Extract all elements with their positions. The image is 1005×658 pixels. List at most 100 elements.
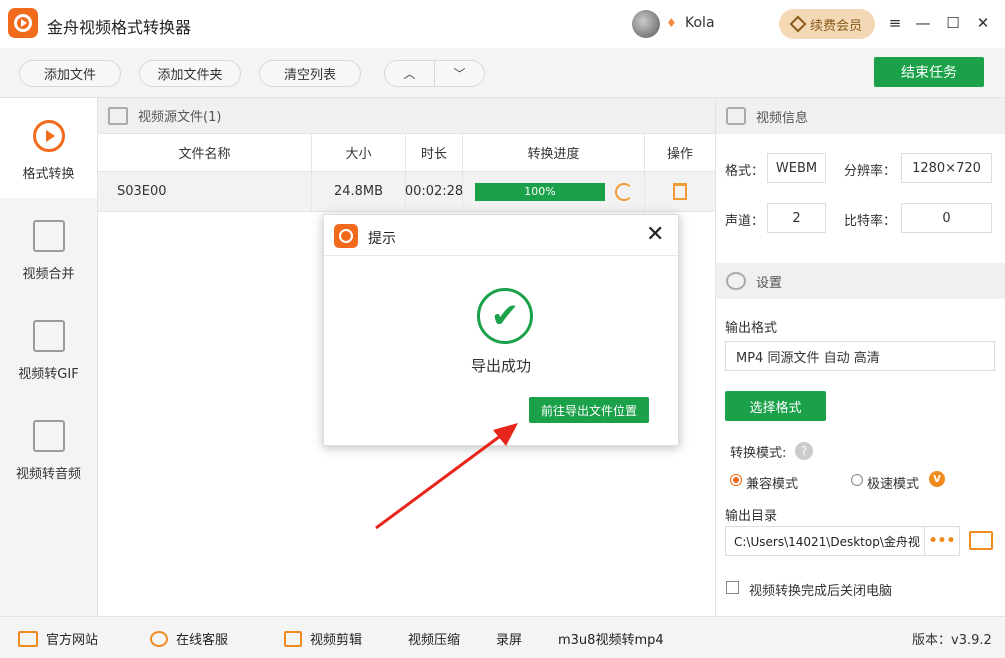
browse-button[interactable]: ••• [925,526,960,556]
gif-icon [32,320,65,352]
success-check-icon: ✔ [477,288,533,344]
app-logo-icon [8,8,38,38]
settings-header: 设置 [716,263,1005,299]
refresh-icon[interactable] [615,182,633,201]
sidebar: 格式转换 视频合并 视频转GIF 视频转音频 [0,98,98,616]
move-down-icon[interactable]: ﹀ [434,61,484,86]
format-value: WEBM [767,153,826,183]
record-link[interactable]: 录屏 [496,629,522,648]
merge-icon [32,220,65,252]
resolution-label: 分辨率： [844,164,897,179]
compatible-mode-label[interactable]: 兼容模式 [746,473,798,492]
file-panel-title: 视频源文件(1) [138,110,222,125]
progress-cell: 100% [463,172,645,212]
column-header-name: 文件名称 [98,134,312,172]
success-dialog: 提示 ✕ ✔ 导出成功 前往导出文件位置 [323,214,679,446]
online-service-link[interactable]: 在线客服 [150,629,228,648]
column-header-duration: 时长 [406,134,463,172]
output-dir-field[interactable]: C:\Users\14021\Desktop\金舟视 [725,526,925,556]
compatible-mode-radio[interactable] [730,474,742,486]
actions-cell [645,172,715,212]
video-source-icon [108,106,128,125]
sidebar-item-video-merge[interactable]: 视频合并 [0,198,97,298]
open-export-location-button[interactable]: 前往导出文件位置 [529,397,649,423]
sidebar-item-label: 格式转换 [22,167,75,182]
progress-text: 100% [524,185,556,198]
format-label: 格式： [725,164,765,179]
output-dir-label: 输出目录 [725,509,778,524]
toolbar: 添加文件 添加文件夹 清空列表 ︿ ﹀ 结束任务 [0,48,1005,98]
sidebar-item-label: 视频转音频 [15,467,81,482]
mode-label: 转换模式: [730,446,787,461]
channels-label: 声道： [725,214,765,229]
video-edit-label: 视频剪辑 [310,633,363,648]
end-task-button[interactable]: 结束任务 [874,57,984,87]
move-up-icon[interactable]: ︿ [385,61,434,86]
video-info-title: 视频信息 [756,110,809,126]
video-compress-link[interactable]: 视频压缩 [408,629,460,648]
bottom-bar: 官方网站 在线客服 视频剪辑 视频压缩 录屏 m3u8视频转mp4 版本：v3.… [0,616,1005,658]
minimize-icon[interactable]: — [912,12,934,34]
settings-title: 设置 [756,275,783,291]
convert-icon [32,120,65,152]
monitor-icon [18,630,38,647]
vip-diamond-icon: ♦ [666,16,677,30]
audio-icon [32,420,65,452]
scissors-icon [284,630,302,647]
bitrate-label: 比特率： [844,214,897,229]
help-icon[interactable]: ? [795,442,813,460]
folder-icon[interactable] [969,531,993,550]
move-order-group: ︿ ﹀ [384,60,485,87]
channels-value: 2 [767,203,826,233]
file-name-cell[interactable]: S03E00 [98,172,312,212]
user-service-icon [150,630,168,647]
bitrate-value: 0 [901,203,992,233]
m3u8-link[interactable]: m3u8视频转mp4 [558,629,664,648]
shutdown-label[interactable]: 视频转换完成后关闭电脑 [749,580,892,599]
fast-mode-radio[interactable] [851,474,863,486]
version-label: 版本：v3.9.2 [912,633,992,648]
user-avatar[interactable] [632,10,660,38]
online-service-label: 在线客服 [176,633,229,648]
dialog-divider [324,255,678,256]
column-header-size: 大小 [312,134,406,172]
output-format-label: 输出格式 [725,321,778,336]
add-folder-button[interactable]: 添加文件夹 [139,60,241,87]
official-site-label: 官方网站 [46,633,99,648]
official-site-link[interactable]: 官方网站 [18,629,98,648]
clear-list-button[interactable]: 清空列表 [259,60,361,87]
menu-icon[interactable]: ≡ [884,12,906,34]
resolution-value: 1280×720 [901,153,992,183]
right-panel: 视频信息 格式： WEBM 分辨率： 1280×720 声道： 2 比特率： 0… [715,98,1005,616]
file-panel-header: 视频源文件(1) [98,98,715,134]
vip-badge-icon: V [929,471,945,487]
video-edit-link[interactable]: 视频剪辑 [284,629,362,648]
shutdown-checkbox[interactable] [726,581,739,594]
select-format-button[interactable]: 选择格式 [725,391,826,421]
dialog-logo-icon [334,224,358,248]
title-bar: 金舟视频格式转换器 ♦ Kola 续费会员 ≡ — ☐ ✕ [0,0,1005,48]
video-info-header: 视频信息 [716,98,1005,134]
progress-bar: 100% [475,182,605,201]
sidebar-item-video-gif[interactable]: 视频转GIF [0,298,97,398]
close-window-icon[interactable]: ✕ [972,12,994,34]
output-format-field[interactable]: MP4 同源文件 自动 高清 [725,341,995,371]
add-file-button[interactable]: 添加文件 [19,60,121,87]
app-title: 金舟视频格式转换器 [47,18,192,37]
close-icon[interactable]: ✕ [646,223,664,247]
diamond-icon [789,15,807,33]
username[interactable]: Kola [685,15,715,31]
renew-membership-button[interactable]: 续费会员 [779,9,875,39]
delete-icon[interactable] [673,183,687,200]
video-info-icon [726,107,746,125]
sidebar-item-video-audio[interactable]: 视频转音频 [0,398,97,498]
dialog-message: 导出成功 [470,357,531,375]
column-header-progress: 转换进度 [463,134,645,172]
fast-mode-label[interactable]: 极速模式 [867,473,919,492]
maximize-icon[interactable]: ☐ [942,12,964,34]
sidebar-item-format-convert[interactable]: 格式转换 [0,98,97,198]
file-duration-cell: 00:02:28 [405,172,463,212]
column-header-actions: 操作 [645,134,715,172]
sidebar-item-label: 视频合并 [22,267,75,282]
gear-icon [726,272,746,290]
